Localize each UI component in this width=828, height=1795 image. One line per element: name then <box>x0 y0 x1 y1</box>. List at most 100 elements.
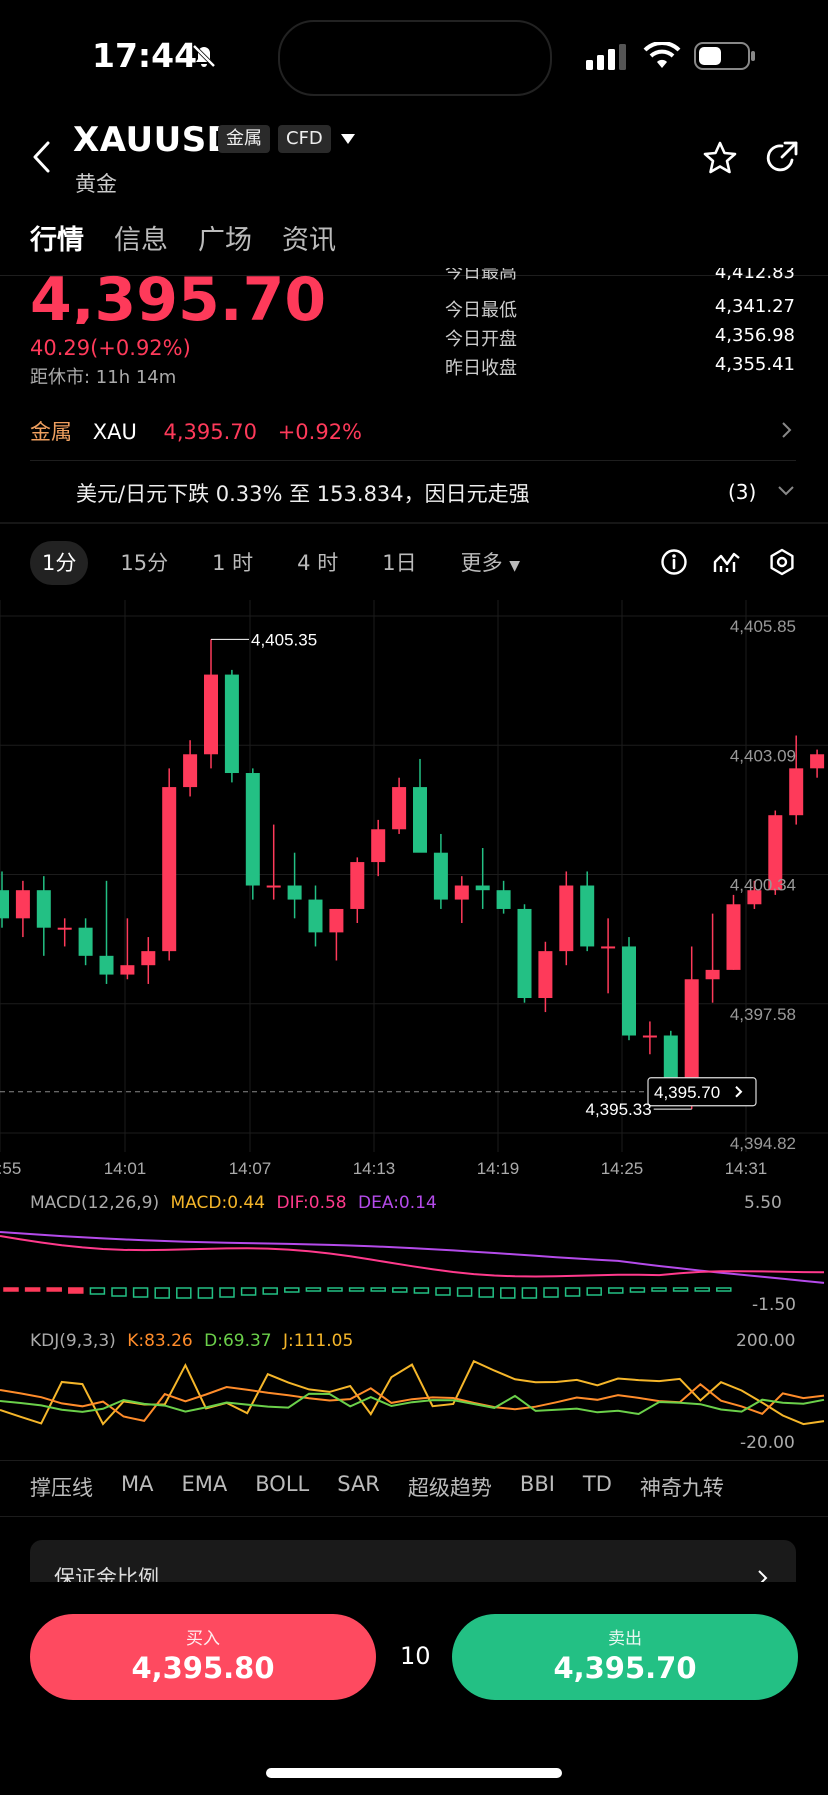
metal-price: 4,395.70 <box>163 420 258 444</box>
stat-value: 4,356.98 <box>714 325 795 346</box>
period-1m[interactable]: 1分 <box>30 541 89 585</box>
x-axis-label: 14:31 <box>725 1159 768 1178</box>
sell-button[interactable]: 卖出 4,395.70 <box>452 1614 798 1700</box>
macd-histogram-bar <box>435 1287 451 1296</box>
tab-news[interactable]: 资讯 <box>282 218 336 257</box>
candle-body <box>287 885 302 900</box>
y-axis-label: 4,403.09 <box>730 746 796 765</box>
wifi-icon <box>643 42 681 68</box>
period-more[interactable]: 更多 ▼ <box>449 541 532 585</box>
main-tabs: 行情 信息 广场 资讯 <box>30 218 336 257</box>
kdj-title: KDJ(9,3,3) <box>30 1331 116 1351</box>
macd-histogram-bar <box>327 1287 343 1292</box>
indicator-tab-magic-nine[interactable]: 神奇九转 <box>640 1472 724 1502</box>
stat-value: 4,341.27 <box>714 296 795 317</box>
info-icon[interactable] <box>660 548 688 576</box>
candle-body <box>433 852 448 900</box>
macd-histogram-bar <box>3 1287 19 1292</box>
sell-label: 卖出 <box>608 1629 642 1649</box>
macd-histogram-bar <box>413 1287 430 1294</box>
x-axis-label: 13:55 <box>0 1159 21 1178</box>
x-axis-label: 14:19 <box>477 1159 520 1178</box>
battery-icon <box>694 42 755 70</box>
indicator-divider-top <box>0 1460 828 1461</box>
macd-histogram-bar <box>46 1287 62 1292</box>
stat-row-low: 今日最低 4,341.27 <box>445 296 795 322</box>
candle-body <box>266 885 281 888</box>
macd-legend: MACD(12,26,9) MACD:0.44 DIF:0.58 DEA:0.1… <box>30 1193 437 1213</box>
sell-price: 4,395.70 <box>553 1651 697 1685</box>
metal-divider <box>30 460 796 461</box>
candle-body <box>454 885 469 900</box>
macd-histogram-bar <box>154 1287 170 1299</box>
x-axis-label: 14:01 <box>104 1159 147 1178</box>
tab-market[interactable]: 行情 <box>30 218 84 257</box>
symbol-name: 黄金 <box>75 172 117 196</box>
candle-body <box>162 787 177 952</box>
cellular-signal-icon <box>586 44 626 70</box>
candle-body <box>559 885 574 952</box>
candle-body <box>789 768 804 816</box>
macd-histogram-bar <box>716 1287 732 1292</box>
candle-body <box>245 773 260 886</box>
candle-body <box>57 927 72 930</box>
candle-body <box>517 908 532 999</box>
related-metal-row[interactable]: 金属 XAU 4,395.70 +0.92% <box>30 416 362 446</box>
buy-button[interactable]: 买入 4,395.80 <box>30 1614 376 1700</box>
star-icon[interactable] <box>702 140 738 176</box>
indicator-tab-support[interactable]: 撑压线 <box>30 1472 93 1502</box>
back-arrow-icon[interactable] <box>30 140 54 174</box>
indicator-tab-td[interactable]: TD <box>583 1472 612 1502</box>
buy-label: 买入 <box>186 1629 220 1649</box>
kdj-axis-top: 200.00 <box>736 1331 796 1351</box>
stat-row-open: 今日开盘 4,356.98 <box>445 325 795 351</box>
dif-value: DIF:0.58 <box>276 1193 347 1213</box>
stat-label: 今日最高 <box>445 268 517 283</box>
share-icon[interactable] <box>764 140 800 176</box>
market-close-countdown: 距休市: 11h 14m <box>30 367 177 388</box>
indicator-tab-supertrend[interactable]: 超级趋势 <box>408 1472 492 1502</box>
macd-histogram-bar <box>500 1287 516 1299</box>
candle-body <box>15 890 30 919</box>
indicator-tab-bbi[interactable]: BBI <box>520 1472 555 1502</box>
stat-label: 昨日收盘 <box>445 358 517 379</box>
candle-body <box>120 965 135 975</box>
chevron-right-icon[interactable] <box>780 420 794 440</box>
trade-quantity[interactable]: 10 <box>400 1642 431 1670</box>
macd-histogram-bar <box>132 1287 149 1298</box>
macd-histogram-bar <box>89 1287 106 1295</box>
macd-histogram-bar <box>694 1287 710 1292</box>
tab-info[interactable]: 信息 <box>114 218 168 257</box>
candle-body <box>141 951 156 966</box>
chevron-down-icon[interactable] <box>776 484 796 498</box>
dea-value: DEA:0.14 <box>358 1193 437 1213</box>
period-4h[interactable]: 4 时 <box>285 541 350 585</box>
low-price-label: 4,395.33 <box>586 1100 652 1119</box>
macd-histogram-bar <box>348 1287 365 1292</box>
indicator-tab-ma[interactable]: MA <box>121 1472 153 1502</box>
settings-hexagon-icon[interactable] <box>767 547 797 577</box>
symbol-dropdown-icon[interactable] <box>340 132 356 146</box>
indicator-tab-sar[interactable]: SAR <box>337 1472 380 1502</box>
indicator-tab-ema[interactable]: EMA <box>181 1472 227 1502</box>
macd-histogram-bar <box>543 1287 559 1298</box>
period-more-label: 更多 <box>460 551 503 575</box>
news-headline[interactable]: 美元/日元下跌 0.33% 至 153.834，因日元走强 <box>76 478 530 508</box>
news-count: (3) <box>728 480 757 504</box>
candle-body <box>413 787 427 853</box>
stat-value: 4,355.41 <box>714 354 795 375</box>
candle-body <box>224 674 239 774</box>
period-15m[interactable]: 15分 <box>108 541 180 585</box>
candle-body <box>810 754 825 769</box>
period-1h[interactable]: 1 时 <box>200 541 265 585</box>
stat-row-prev-close: 昨日收盘 4,355.41 <box>445 354 795 380</box>
kdj-legend: KDJ(9,3,3) K:83.26 D:69.37 J:111.05 <box>30 1331 353 1351</box>
stat-row-high: 今日最高 4,412.83 <box>445 268 795 284</box>
candle-body <box>36 890 51 928</box>
indicator-tab-boll[interactable]: BOLL <box>255 1472 309 1502</box>
period-1d[interactable]: 1日 <box>370 541 428 585</box>
tab-square[interactable]: 广场 <box>198 218 252 257</box>
candle-body <box>726 904 741 970</box>
y-axis-label: 4,405.85 <box>730 617 796 636</box>
indicator-chart-icon[interactable] <box>712 548 742 576</box>
